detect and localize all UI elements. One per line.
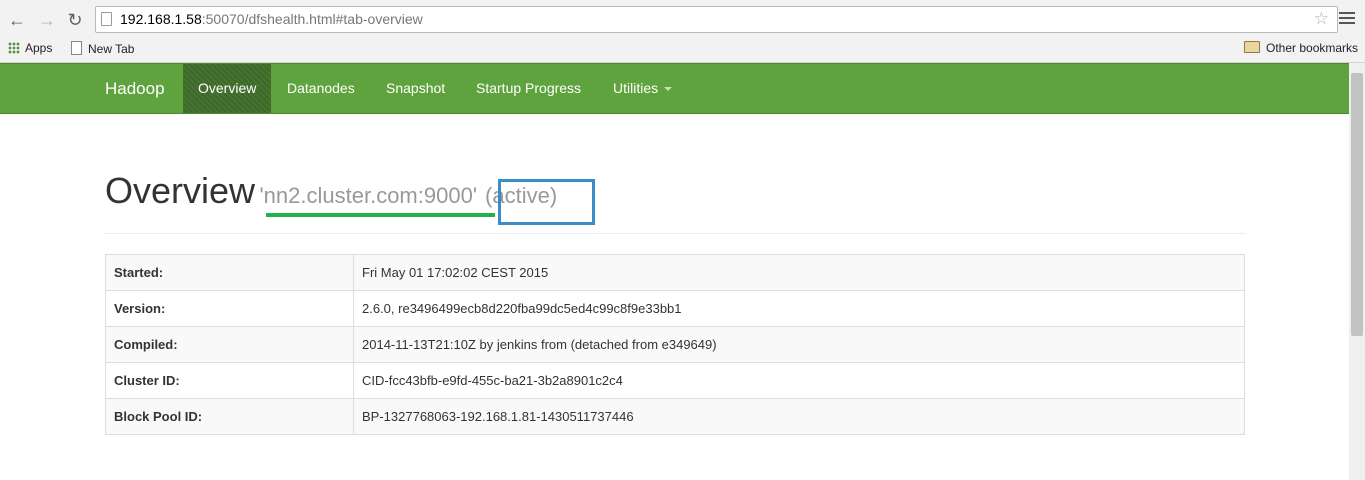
bookmark-other-label: Other bookmarks	[1266, 41, 1359, 55]
namenode-host: 'nn2.cluster.com:9000'	[259, 183, 478, 208]
back-arrow-icon[interactable]: ←	[6, 9, 28, 31]
reload-icon[interactable]: ↻	[64, 9, 86, 31]
nav-overview[interactable]: Overview	[183, 64, 272, 113]
url-text[interactable]: 192.168.1.58:50070/dfshealth.html#tab-ov…	[120, 11, 423, 27]
bookmark-new-tab[interactable]: New Tab	[71, 41, 134, 56]
hadoop-navbar: Hadoop Overview Datanodes Snapshot Start…	[0, 63, 1349, 114]
page-icon	[71, 41, 82, 55]
header-divider	[105, 233, 1245, 234]
table-row: Started: Fri May 01 17:02:02 CEST 2015	[105, 254, 1245, 291]
page-icon	[101, 12, 112, 26]
brand-link[interactable]: Hadoop	[105, 79, 165, 99]
address-bar[interactable]: 192.168.1.58:50070/dfshealth.html#tab-ov…	[95, 6, 1338, 33]
bookmark-apps[interactable]: Apps	[8, 41, 52, 55]
row-key: Started:	[105, 254, 354, 291]
nav-utilities[interactable]: Utilities	[613, 64, 673, 113]
table-row: Block Pool ID: BP-1327768063-192.168.1.8…	[105, 398, 1245, 435]
bookmark-other[interactable]: Other bookmarks	[1244, 41, 1358, 55]
caret-down-icon	[664, 87, 673, 91]
table-row: Version: 2.6.0, re3496499ecb8d220fba99dc…	[105, 290, 1245, 327]
browser-menu-icon[interactable]	[1339, 12, 1355, 26]
row-key: Block Pool ID:	[105, 398, 354, 435]
row-value: Fri May 01 17:02:02 CEST 2015	[353, 254, 1245, 291]
row-key: Version:	[105, 290, 354, 327]
row-key: Compiled:	[105, 326, 354, 363]
bookmark-new-tab-label: New Tab	[88, 42, 135, 56]
page-title: Overview 'nn2.cluster.com:9000' (active)	[105, 170, 557, 212]
bookmarks-bar: Apps New Tab Other bookmarks	[0, 38, 1365, 63]
row-value: 2.6.0, re3496499ecb8d220fba99dc5ed4c99c8…	[353, 290, 1245, 327]
row-value: 2014-11-13T21:10Z by jenkins from (detac…	[353, 326, 1245, 363]
nav-datanodes[interactable]: Datanodes	[287, 64, 355, 113]
page-scrollbar[interactable]	[1349, 63, 1365, 480]
table-row: Compiled: 2014-11-13T21:10Z by jenkins f…	[105, 326, 1245, 363]
folder-icon	[1244, 41, 1260, 53]
forward-arrow-icon[interactable]: →	[36, 9, 58, 31]
bookmark-apps-label: Apps	[25, 41, 53, 55]
row-value: CID-fcc43bfb-e9fd-455c-ba21-3b2a8901c2c4	[353, 362, 1245, 399]
row-key: Cluster ID:	[105, 362, 354, 399]
browser-toolbar: ← → ↻ 192.168.1.58:50070/dfshealth.html#…	[0, 0, 1365, 38]
scrollbar-thumb[interactable]	[1351, 73, 1363, 336]
table-row: Cluster ID: CID-fcc43bfb-e9fd-455c-ba21-…	[105, 362, 1245, 399]
nav-snapshot[interactable]: Snapshot	[386, 64, 445, 113]
page-title-text: Overview	[105, 170, 256, 211]
host-underline-annotation	[266, 213, 495, 217]
bookmark-star-icon[interactable]: ☆	[1314, 9, 1329, 29]
row-value: BP-1327768063-192.168.1.81-1430511737446	[353, 398, 1245, 435]
nav-startup-progress[interactable]: Startup Progress	[476, 64, 581, 113]
active-state-highlight-box	[498, 179, 595, 225]
nav-utilities-label: Utilities	[613, 80, 659, 96]
apps-grid-icon	[8, 42, 20, 54]
overview-table: Started: Fri May 01 17:02:02 CEST 2015 V…	[105, 254, 1245, 435]
